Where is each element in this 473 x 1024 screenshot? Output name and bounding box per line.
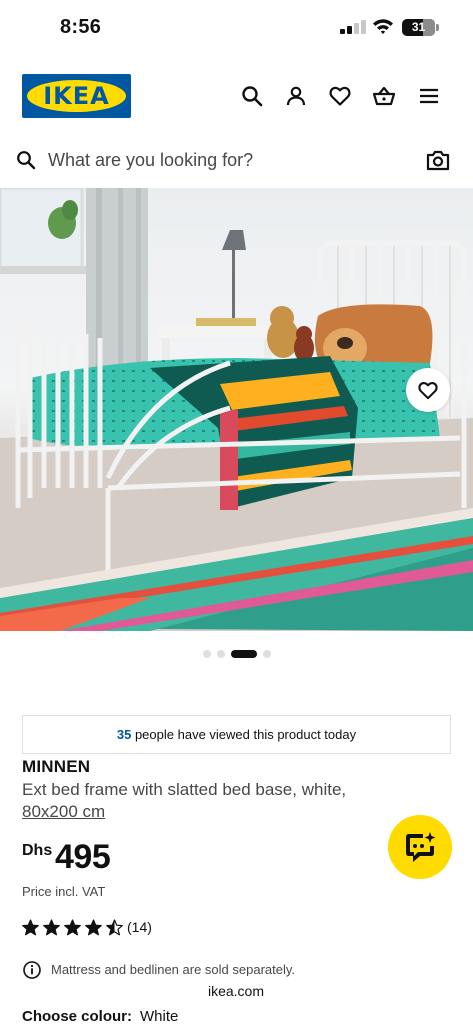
site-header: IKEA xyxy=(0,64,473,128)
rating-star xyxy=(43,919,60,936)
account-icon[interactable] xyxy=(284,84,308,108)
product-image[interactable] xyxy=(0,188,473,631)
heart-icon xyxy=(418,382,438,400)
search-icon[interactable] xyxy=(240,84,264,108)
rating-star xyxy=(64,919,81,936)
viewed-notice: 35 people have viewed this product today xyxy=(22,715,451,754)
browser-url-bar[interactable]: ikea.com xyxy=(184,976,288,1006)
save-to-favourites-button[interactable] xyxy=(406,368,450,412)
colour-value: White xyxy=(140,1008,179,1024)
battery-level: 31 xyxy=(411,20,426,34)
colour-label: Choose colour: xyxy=(22,1008,133,1024)
info-icon xyxy=(23,961,41,979)
logo-text: IKEA xyxy=(43,82,110,110)
product-photo xyxy=(0,188,473,631)
rating-star xyxy=(85,919,102,936)
viewed-text: people have viewed this product today xyxy=(131,727,357,742)
carousel-dot[interactable] xyxy=(203,650,211,658)
menu-icon[interactable] xyxy=(417,84,441,108)
rating-star xyxy=(22,919,39,936)
search-field-icon xyxy=(17,151,36,170)
status-bar: 8:56 31 xyxy=(0,0,473,56)
heart-icon[interactable] xyxy=(328,84,352,108)
camera-icon[interactable] xyxy=(426,149,450,171)
review-count[interactable]: (14) xyxy=(127,919,152,935)
info-note: Mattress and bedlinen are sold separatel… xyxy=(51,962,296,977)
battery-icon: 31 xyxy=(402,19,435,36)
chat-icon xyxy=(406,832,436,862)
signal-icon xyxy=(340,20,366,34)
product-size-link[interactable]: 80x200 cm xyxy=(22,801,105,823)
product-description: Ext bed frame with slatted bed base, whi… xyxy=(22,780,347,799)
search-bar[interactable] xyxy=(0,133,473,187)
product-name: MINNEN xyxy=(22,757,91,776)
carousel-dots xyxy=(0,648,473,660)
basket-icon[interactable] xyxy=(372,84,396,108)
search-input[interactable] xyxy=(48,145,398,175)
rating-star xyxy=(106,919,123,936)
chat-assistant-button[interactable] xyxy=(388,815,452,879)
price-note: Price incl. VAT xyxy=(22,884,106,899)
carousel-dot[interactable] xyxy=(217,650,225,658)
wifi-icon xyxy=(373,19,393,34)
carousel-dot[interactable] xyxy=(263,650,271,658)
ikea-logo[interactable]: IKEA xyxy=(22,74,131,118)
carousel-dot-active[interactable] xyxy=(231,650,257,658)
price-currency: Dhs xyxy=(22,842,53,859)
battery-tip xyxy=(436,24,439,31)
price-value: 495 xyxy=(55,838,111,876)
viewed-count: 35 xyxy=(116,727,132,742)
status-time: 8:56 xyxy=(60,16,102,38)
